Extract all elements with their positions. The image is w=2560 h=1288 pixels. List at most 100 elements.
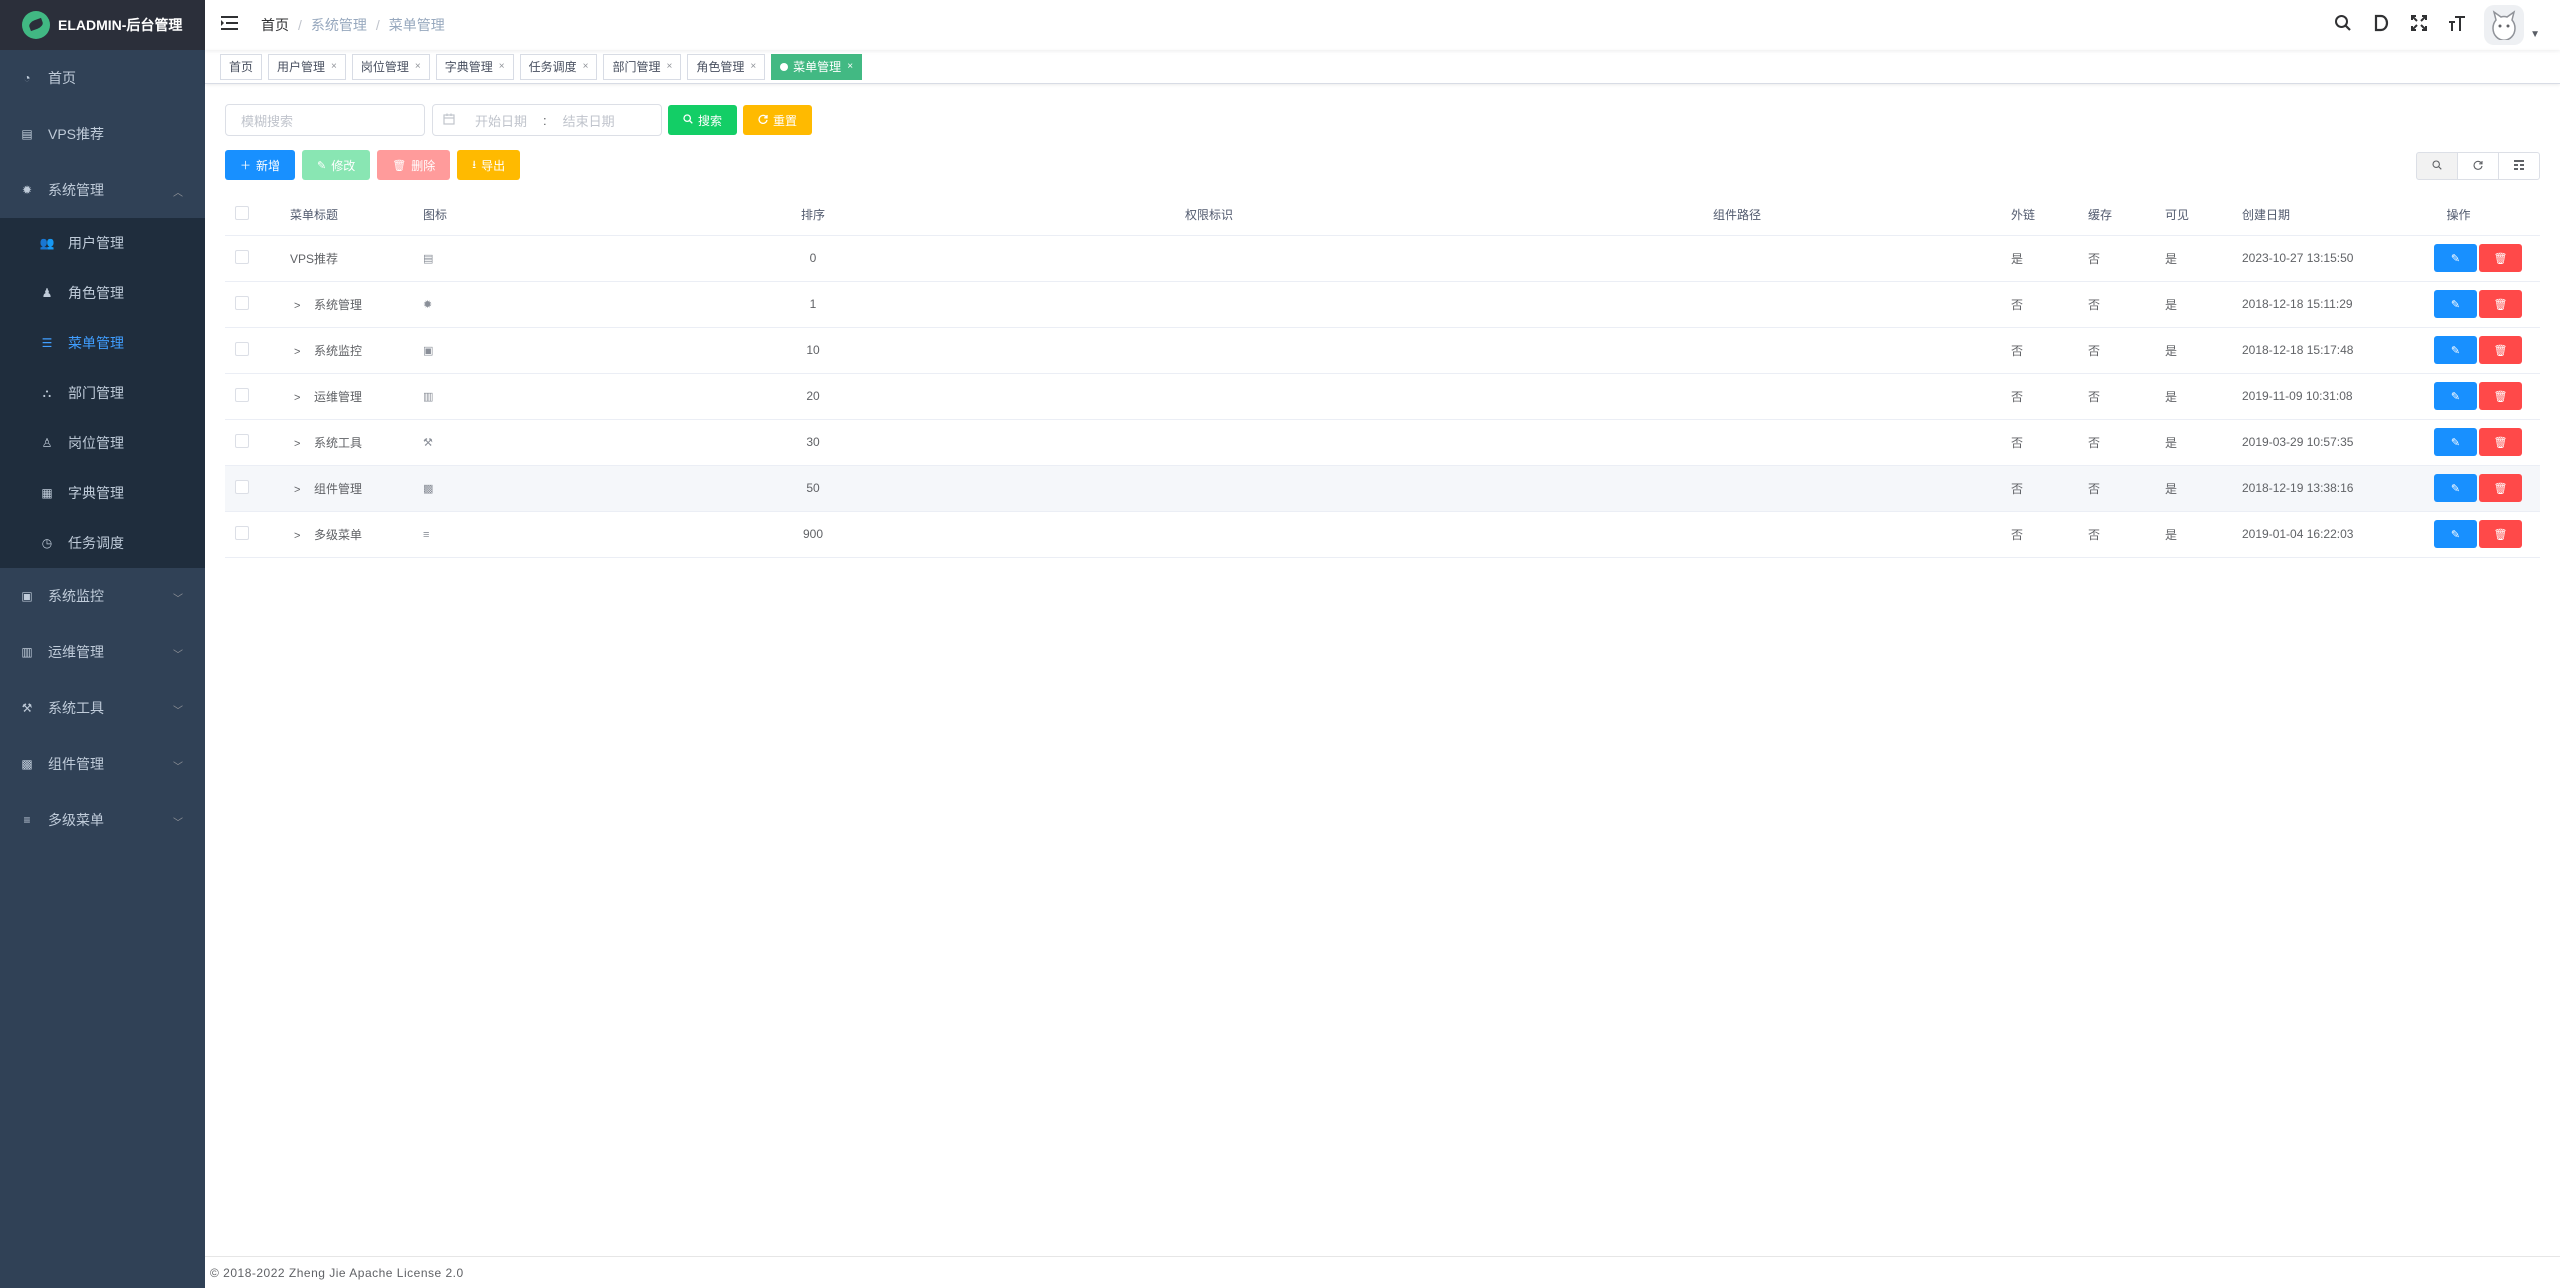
reset-button[interactable]: 重置 xyxy=(743,105,813,135)
caret-down-icon[interactable]: ▼ xyxy=(2530,29,2540,40)
edit-row-button[interactable]: ✎ xyxy=(2434,428,2477,456)
chevron-right-icon[interactable]: > xyxy=(294,300,308,312)
row-checkbox[interactable] xyxy=(235,249,249,264)
created-cell: 2019-01-04 16:22:03 xyxy=(2232,511,2377,558)
sidebar-subitem-label: 字典管理 xyxy=(68,485,124,501)
refresh-button[interactable] xyxy=(2457,152,2499,180)
chevron-right-icon[interactable]: > xyxy=(294,392,308,404)
sidebar-subitem-4[interactable]: ♙ 岗位管理 xyxy=(0,418,205,468)
sidebar-item-5[interactable]: ⚒ 系统工具 ﹀ xyxy=(0,680,205,736)
sidebar-item-3[interactable]: ▣ 系统监控 ﹀ xyxy=(0,568,205,624)
export-button[interactable]: ⭳ 导出 xyxy=(457,150,521,180)
edit-row-button[interactable]: ✎ xyxy=(2434,244,2477,272)
table-row[interactable]: > 系统监控 ▣ 10 否否是 2018-12-18 15:17:48 ✎ 🗑 xyxy=(225,327,2540,374)
fullscreen-icon[interactable] xyxy=(2400,14,2438,37)
sidebar-item-1[interactable]: ▤ VPS推荐 xyxy=(0,106,205,162)
edit-row-button[interactable]: ✎ xyxy=(2434,520,2477,548)
close-icon[interactable]: × xyxy=(666,61,672,72)
sidebar-subitem-0[interactable]: 👥 用户管理 xyxy=(0,218,205,268)
delete-icon: 🗑 xyxy=(2493,252,2508,265)
tag-2[interactable]: 岗位管理 × xyxy=(351,53,430,80)
tag-0[interactable]: 首页 xyxy=(220,53,263,80)
hamburger-icon[interactable] xyxy=(221,15,239,36)
breadcrumb-home[interactable]: 首页 xyxy=(261,15,289,35)
table-row[interactable]: > 多级菜单 ≡ 900 否否是 2019-01-04 16:22:03 ✎ 🗑 xyxy=(225,511,2540,558)
date-range-picker[interactable]: 开始日期 : 结束日期 xyxy=(432,104,662,136)
tag-6[interactable]: 角色管理 × xyxy=(687,53,766,80)
edit-row-button[interactable]: ✎ xyxy=(2434,290,2477,318)
chevron-right-icon[interactable]: > xyxy=(294,438,308,450)
row-checkbox[interactable] xyxy=(235,433,249,448)
sidebar-subitem-5[interactable]: ▦ 字典管理 xyxy=(0,468,205,518)
sidebar-subitem-1[interactable]: ♟ 角色管理 xyxy=(0,268,205,318)
close-icon[interactable]: × xyxy=(750,61,756,72)
search-icon[interactable] xyxy=(2324,14,2362,37)
delete-row-button[interactable]: 🗑 xyxy=(2479,290,2522,318)
sidebar-subitem-2[interactable]: ☰ 菜单管理 xyxy=(0,318,205,368)
sidebar-subitem-6[interactable]: ◷ 任务调度 xyxy=(0,518,205,568)
chevron-right-icon[interactable]: > xyxy=(294,530,308,542)
delete-row-button[interactable]: 🗑 xyxy=(2479,382,2522,410)
header-cache: 缓存 xyxy=(2078,195,2155,236)
edit-row-button[interactable]: ✎ xyxy=(2434,474,2477,502)
row-checkbox[interactable] xyxy=(235,525,249,540)
table-row[interactable]: > 运维管理 ▥ 20 否否是 2019-11-09 10:31:08 ✎ 🗑 xyxy=(225,373,2540,420)
chevron-right-icon[interactable]: > xyxy=(294,346,308,358)
edit-row-button[interactable]: ✎ xyxy=(2434,382,2477,410)
tag-7[interactable]: 菜单管理 × xyxy=(771,53,863,80)
start-date-input[interactable]: 开始日期 xyxy=(475,111,527,130)
sidebar-item-4[interactable]: ▥ 运维管理 ﹀ xyxy=(0,624,205,680)
close-icon[interactable]: × xyxy=(331,61,337,72)
permission-cell xyxy=(945,281,1473,328)
row-checkbox[interactable] xyxy=(235,387,249,402)
delete-button[interactable]: 🗑 删除 xyxy=(377,150,451,180)
end-date-input[interactable]: 结束日期 xyxy=(563,111,615,130)
close-icon[interactable]: × xyxy=(583,61,589,72)
edit-row-button[interactable]: ✎ xyxy=(2434,336,2477,364)
row-checkbox[interactable] xyxy=(235,295,249,310)
edit-button[interactable]: ✎ 修改 xyxy=(302,150,371,180)
edit-icon: ✎ xyxy=(2450,528,2461,541)
search-button[interactable]: 搜索 xyxy=(668,105,738,135)
tag-1[interactable]: 用户管理 × xyxy=(268,53,346,80)
select-all-checkbox[interactable] xyxy=(235,206,249,221)
close-icon[interactable]: × xyxy=(415,61,421,72)
delete-row-button[interactable]: 🗑 xyxy=(2479,474,2522,502)
sidebar-item-0[interactable]: ◔ 首页 xyxy=(0,50,205,106)
delete-row-button[interactable]: 🗑 xyxy=(2479,336,2522,364)
cache-cell: 否 xyxy=(2078,235,2155,282)
doc-icon[interactable] xyxy=(2362,14,2400,37)
visible-cell: 是 xyxy=(2155,327,2232,374)
tag-4[interactable]: 任务调度 × xyxy=(519,53,598,80)
created-cell: 2018-12-19 13:38:16 xyxy=(2232,465,2377,512)
row-checkbox[interactable] xyxy=(235,479,249,494)
tag-3[interactable]: 字典管理 × xyxy=(435,53,514,80)
toggle-search-button[interactable] xyxy=(2416,152,2458,180)
table-row[interactable]: > 组件管理 ▩ 50 否否是 2018-12-19 13:38:16 ✎ 🗑 xyxy=(225,465,2540,512)
delete-row-button[interactable]: 🗑 xyxy=(2479,428,2522,456)
sidebar-item-2[interactable]: ✹ 系统管理 ︿ xyxy=(0,162,205,218)
component-cell xyxy=(1473,511,2001,558)
search-input[interactable]: 模糊搜索 xyxy=(225,104,425,136)
chevron-right-icon[interactable]: > xyxy=(294,484,308,496)
sidebar-item-6[interactable]: ▩ 组件管理 ﹀ xyxy=(0,736,205,792)
table-row[interactable]: > 系统工具 ⚒ 30 否否是 2019-03-29 10:57:35 ✎ 🗑 xyxy=(225,419,2540,466)
delete-row-button[interactable]: 🗑 xyxy=(2479,244,2522,272)
close-icon[interactable]: × xyxy=(499,61,505,72)
avatar[interactable] xyxy=(2484,5,2525,45)
actions-cell: ✎ 🗑 xyxy=(2377,281,2540,328)
table-row[interactable]: VPS推荐 ▤ 0 是否是 2023-10-27 13:15:50 ✎ 🗑 xyxy=(225,235,2540,282)
sidebar-subitem-3[interactable]: ⛬ 部门管理 xyxy=(0,368,205,418)
columns-button[interactable] xyxy=(2498,152,2540,180)
tag-icon: ▤ xyxy=(423,253,434,265)
add-button[interactable]: ＋ 新增 xyxy=(225,150,296,180)
delete-icon: 🗑 xyxy=(2493,298,2508,311)
font-size-icon[interactable] xyxy=(2438,14,2476,37)
table-row[interactable]: > 系统管理 ✹ 1 否否是 2018-12-18 15:11:29 ✎ 🗑 xyxy=(225,281,2540,328)
close-icon[interactable]: × xyxy=(847,61,853,72)
delete-row-button[interactable]: 🗑 xyxy=(2479,520,2522,548)
tag-5[interactable]: 部门管理 × xyxy=(603,53,682,80)
logo-area[interactable]: ELADMIN-后台管理 xyxy=(0,0,205,50)
sidebar-item-7[interactable]: ≡ 多级菜单 ﹀ xyxy=(0,792,205,848)
row-checkbox[interactable] xyxy=(235,341,249,356)
